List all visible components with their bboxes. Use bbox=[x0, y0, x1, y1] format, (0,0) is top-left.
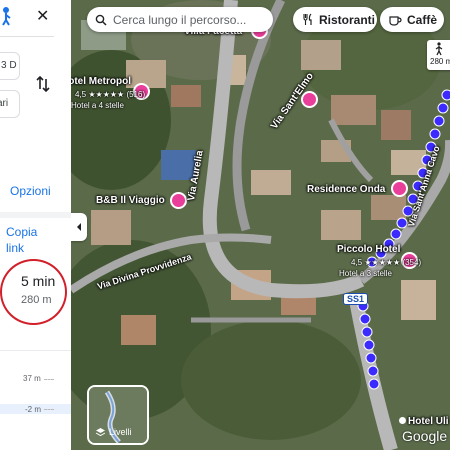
restaurants-chip[interactable]: Ristoranti bbox=[293, 7, 377, 32]
place-label[interactable]: Hotel Metropol bbox=[71, 76, 131, 87]
place-label[interactable]: B&B Il Viaggio bbox=[96, 195, 165, 206]
hotel-pin-icon[interactable] bbox=[170, 192, 187, 209]
route-dot bbox=[390, 228, 402, 240]
place-label[interactable]: Residence Onda bbox=[307, 184, 385, 195]
highlight-circle bbox=[0, 259, 67, 325]
search-icon bbox=[95, 14, 107, 26]
place-label[interactable]: Piccolo Hotel bbox=[337, 244, 400, 255]
origin-value: 3 D bbox=[1, 60, 17, 71]
place-subtitle: Hotel a 4 stelle bbox=[71, 101, 124, 110]
layers-button[interactable]: Livelli bbox=[87, 385, 149, 445]
layers-caption: Livelli bbox=[95, 427, 132, 437]
route-dot bbox=[359, 313, 371, 325]
coffee-cup-icon bbox=[389, 15, 402, 26]
walk-mode-icon[interactable] bbox=[0, 6, 14, 26]
search-placeholder: Cerca lungo il percorso... bbox=[113, 12, 247, 27]
road-shield: SS1 bbox=[343, 293, 369, 305]
layers-label: Livelli bbox=[109, 427, 132, 437]
rating: 4,5 ★★★★★ (354) bbox=[351, 258, 422, 267]
route-dot bbox=[363, 339, 375, 351]
route-dot bbox=[437, 102, 449, 114]
directions-panel: ✕ 3 D ari Opzioni Copia link 5 min 280 m… bbox=[0, 0, 72, 450]
elevation-line bbox=[44, 409, 54, 410]
elevation-low: -2 m bbox=[25, 405, 41, 414]
origin-field[interactable]: 3 D bbox=[0, 52, 20, 80]
section-separator bbox=[0, 212, 71, 218]
divider bbox=[0, 36, 54, 37]
fork-knife-icon bbox=[303, 13, 312, 25]
rating: 4,5 ★★★★★ (516) bbox=[75, 90, 146, 99]
close-button[interactable]: ✕ bbox=[36, 6, 49, 26]
place-label[interactable]: Hotel Uli bbox=[399, 416, 449, 427]
elevation-line bbox=[44, 379, 54, 380]
swap-icon[interactable] bbox=[36, 75, 50, 93]
route-time: 5 min bbox=[21, 273, 56, 289]
walk-distance: 280 m bbox=[430, 57, 450, 66]
place-dot-icon bbox=[399, 417, 406, 424]
search-along-route[interactable]: Cerca lungo il percorso... bbox=[87, 7, 273, 32]
options-button[interactable]: Opzioni bbox=[10, 184, 51, 198]
walk-badge[interactable]: 280 m bbox=[427, 40, 450, 70]
collapse-panel-button[interactable] bbox=[71, 213, 87, 241]
elevation-high: 37 m bbox=[23, 374, 41, 383]
route-dot bbox=[441, 89, 450, 101]
route-distance: 280 m bbox=[21, 294, 52, 306]
layers-icon bbox=[95, 428, 106, 437]
route-dot bbox=[368, 378, 380, 390]
chevron-left-icon bbox=[77, 223, 81, 231]
destination-value: ari bbox=[0, 98, 9, 109]
destination-field[interactable]: ari bbox=[0, 90, 20, 118]
route-dot bbox=[361, 326, 373, 338]
route-dot bbox=[429, 128, 441, 140]
cafes-label: Caffè bbox=[407, 12, 438, 27]
copy-link-button[interactable]: Copia link bbox=[6, 224, 46, 256]
hotel-pin-icon[interactable] bbox=[391, 180, 408, 197]
walking-route bbox=[357, 89, 450, 390]
cafes-chip[interactable]: Caffè bbox=[380, 7, 444, 32]
walking-person-icon bbox=[435, 42, 443, 56]
restaurants-label: Ristoranti bbox=[319, 12, 376, 27]
route-dot bbox=[433, 115, 445, 127]
divider bbox=[0, 350, 71, 351]
route-dot bbox=[367, 365, 379, 377]
satellite-map[interactable]: Villa Facetta Hotel Metropol 4,5 ★★★★★ (… bbox=[71, 0, 450, 450]
place-subtitle: Hotel a 3 stelle bbox=[339, 269, 392, 278]
google-logo: Google bbox=[402, 428, 448, 444]
route-dot bbox=[365, 352, 377, 364]
